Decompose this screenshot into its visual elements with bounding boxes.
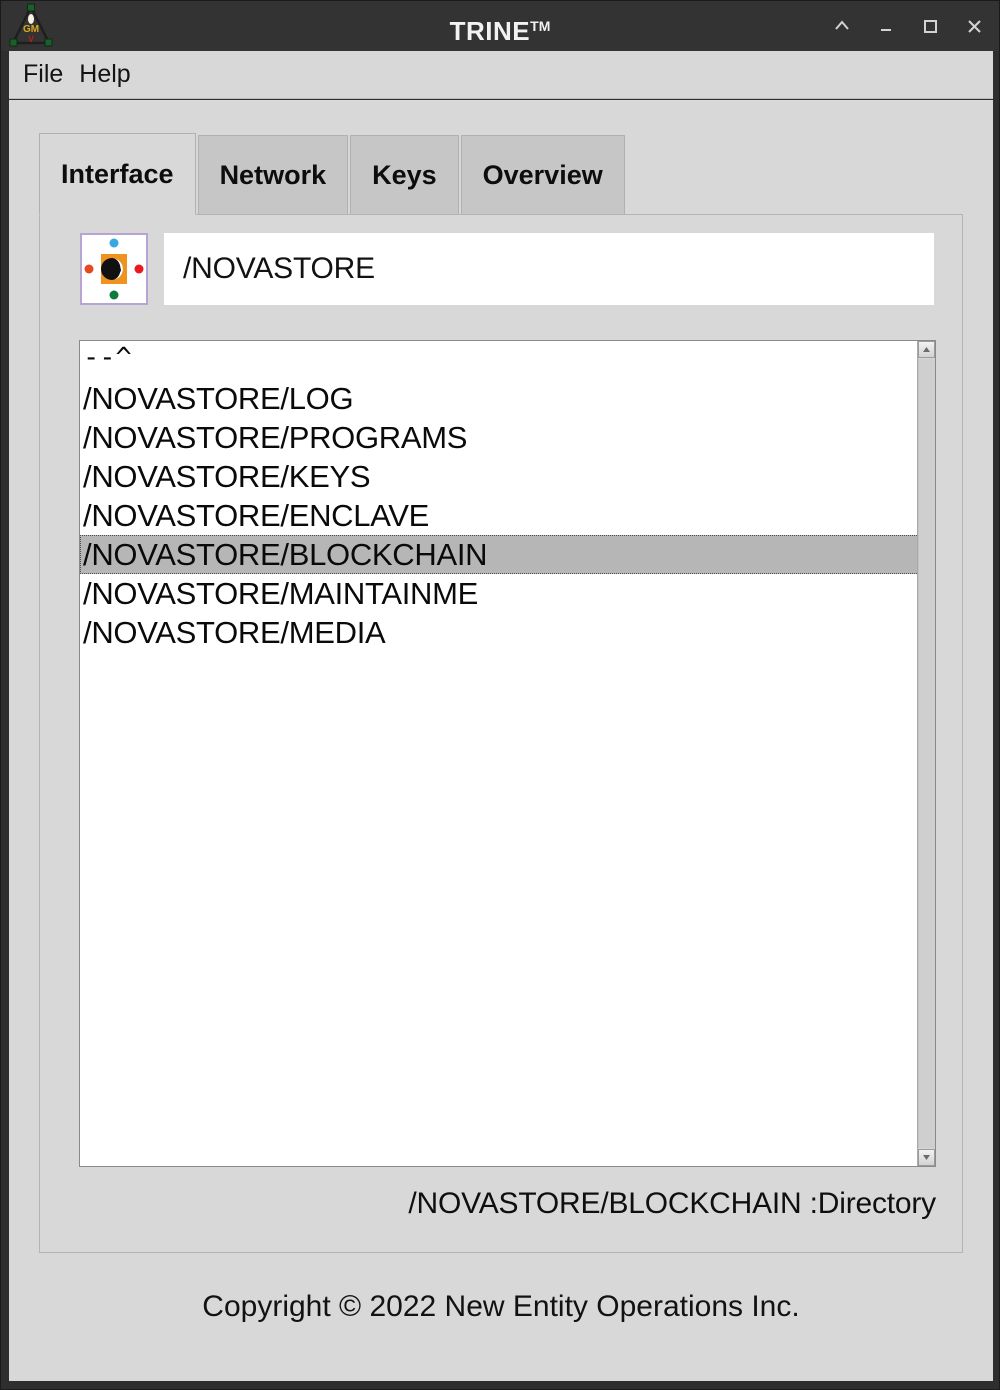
- directory-listbox[interactable]: --^ /NOVASTORE/LOG /NOVASTORE/PROGRAMS /…: [79, 340, 936, 1167]
- menu-bar: File Help: [9, 51, 993, 99]
- scroll-up-arrow-icon[interactable]: [918, 341, 935, 358]
- title-bar: GM V TRINETM: [1, 1, 999, 51]
- menu-item-help[interactable]: Help: [77, 60, 132, 89]
- tab-overview[interactable]: Overview: [460, 135, 625, 215]
- directory-list: --^ /NOVASTORE/LOG /NOVASTORE/PROGRAMS /…: [80, 341, 925, 652]
- scroll-down-arrow-icon[interactable]: [918, 1149, 935, 1166]
- close-button[interactable]: [963, 15, 985, 37]
- list-item-parent[interactable]: --^: [80, 341, 925, 379]
- copyright-notice: Copyright © 2022 New Entity Operations I…: [202, 1290, 800, 1323]
- application-window: GM V TRINETM File Help Interface Network…: [0, 0, 1000, 1390]
- list-item[interactable]: /NOVASTORE/MAINTAINME: [80, 574, 925, 613]
- trademark-mark: TM: [530, 18, 551, 34]
- status-text: /NOVASTORE/BLOCKCHAIN :Directory: [408, 1187, 936, 1220]
- tab-keys[interactable]: Keys: [350, 135, 459, 215]
- window-body: Interface Network Keys Overview /NOVASTO…: [9, 100, 993, 1381]
- menu-item-file[interactable]: File: [21, 60, 65, 89]
- vertical-scrollbar[interactable]: [917, 341, 935, 1166]
- tab-network[interactable]: Network: [197, 135, 349, 215]
- list-item[interactable]: /NOVASTORE/MEDIA: [80, 613, 925, 652]
- list-item[interactable]: /NOVASTORE/ENCLAVE: [80, 496, 925, 535]
- window-title-text: TRINE: [449, 16, 531, 46]
- tab-interface[interactable]: Interface: [39, 133, 196, 215]
- scrollbar-trough[interactable]: [918, 359, 935, 1148]
- list-item[interactable]: /NOVASTORE/PROGRAMS: [80, 418, 925, 457]
- list-item-selected[interactable]: /NOVASTORE/BLOCKCHAIN: [80, 535, 925, 574]
- shade-button[interactable]: [831, 15, 853, 37]
- tab-strip: Interface Network Keys Overview: [39, 133, 627, 215]
- interface-panel: /NOVASTORE --^ /NOVASTORE/LOG /NOVASTORE…: [39, 214, 963, 1253]
- list-item[interactable]: /NOVASTORE/KEYS: [80, 457, 925, 496]
- window-controls: [831, 1, 985, 51]
- maximize-button[interactable]: [919, 15, 941, 37]
- eye-directory-icon[interactable]: [80, 233, 148, 305]
- minimize-button[interactable]: [875, 15, 897, 37]
- list-item[interactable]: /NOVASTORE/LOG: [80, 379, 925, 418]
- path-input[interactable]: /NOVASTORE: [164, 233, 934, 305]
